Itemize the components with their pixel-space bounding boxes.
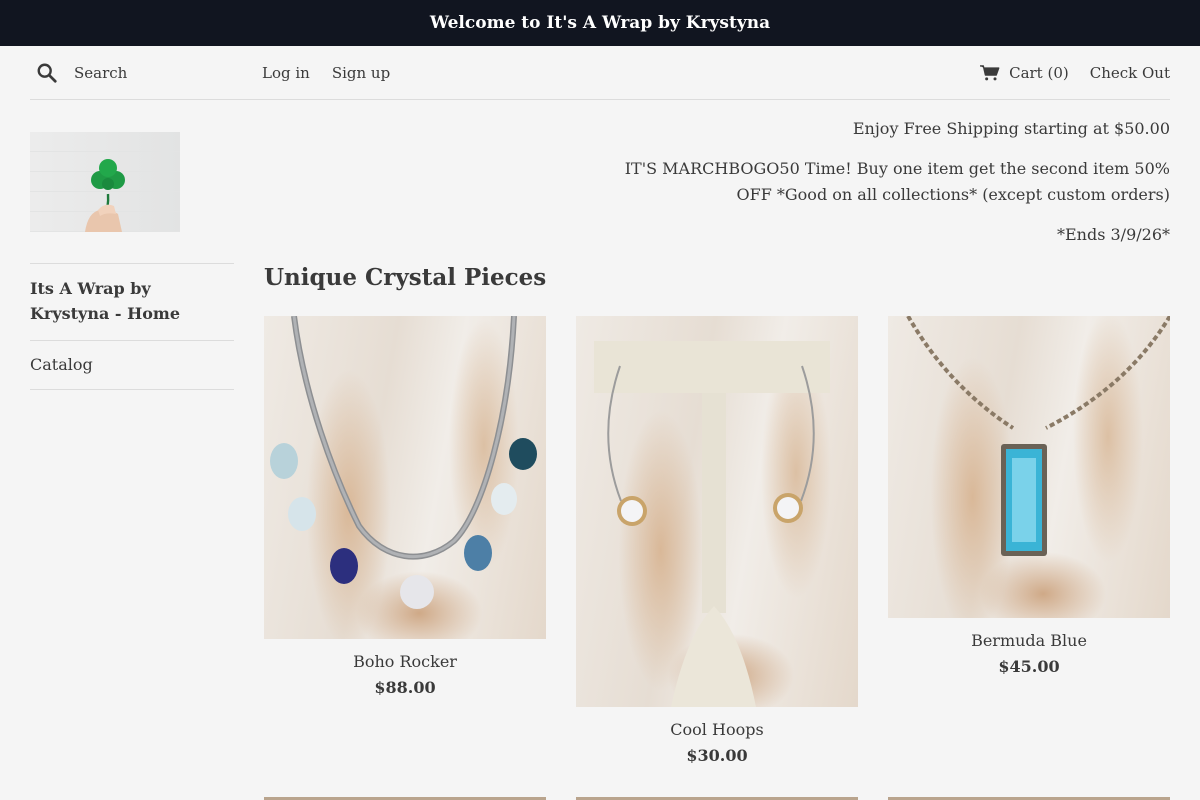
free-shipping-text: Enjoy Free Shipping starting at $50.00	[852, 119, 1170, 138]
cart-link[interactable]: Cart (0)	[1009, 64, 1069, 82]
search-icon[interactable]	[36, 62, 58, 84]
product-price: $88.00	[374, 678, 436, 697]
cart-icon[interactable]	[980, 64, 1000, 82]
product-image[interactable]	[576, 316, 858, 707]
product-image[interactable]	[264, 316, 546, 639]
product-name[interactable]: Bermuda Blue	[888, 630, 1170, 652]
sidebar-item-home[interactable]: Its A Wrap by Krystyna - Home	[30, 264, 234, 341]
sidebar: Its A Wrap by Krystyna - Home Catalog	[30, 132, 234, 390]
top-navigation: Log in Sign up Cart (0) Check Out	[30, 46, 1170, 100]
sidebar-nav: Its A Wrap by Krystyna - Home Catalog	[30, 263, 234, 390]
login-link[interactable]: Log in	[262, 64, 310, 82]
collection-title: Unique Crystal Pieces	[264, 264, 547, 291]
product-price: $30.00	[686, 746, 748, 765]
signup-link[interactable]: Sign up	[332, 64, 390, 82]
product-name[interactable]: Cool Hoops	[576, 719, 858, 741]
product-card[interactable]: Cool Hoops $30.00	[576, 316, 858, 767]
announcement-bar: Welcome to It's A Wrap by Krystyna	[0, 0, 1200, 46]
bogo-promo-text: IT'S MARCHBOGO50 Time! Buy one item get …	[624, 159, 1170, 204]
product-price: $45.00	[998, 657, 1060, 676]
store-logo[interactable]	[30, 132, 180, 232]
search-input[interactable]	[74, 63, 244, 82]
promo-end-date: *Ends 3/9/26*	[1056, 225, 1170, 244]
product-image[interactable]	[888, 316, 1170, 618]
cart-area: Cart (0) Check Out	[980, 64, 1170, 82]
sidebar-item-catalog[interactable]: Catalog	[30, 341, 234, 390]
product-card[interactable]: Bermuda Blue $45.00	[888, 316, 1170, 678]
promo-text: Enjoy Free Shipping starting at $50.00 I…	[590, 116, 1170, 262]
product-card[interactable]: Boho Rocker $88.00	[264, 316, 546, 699]
shamrock-icon	[85, 159, 125, 232]
product-name[interactable]: Boho Rocker	[264, 651, 546, 673]
announcement-text: Welcome to It's A Wrap by Krystyna	[429, 13, 771, 33]
checkout-link[interactable]: Check Out	[1090, 64, 1170, 82]
